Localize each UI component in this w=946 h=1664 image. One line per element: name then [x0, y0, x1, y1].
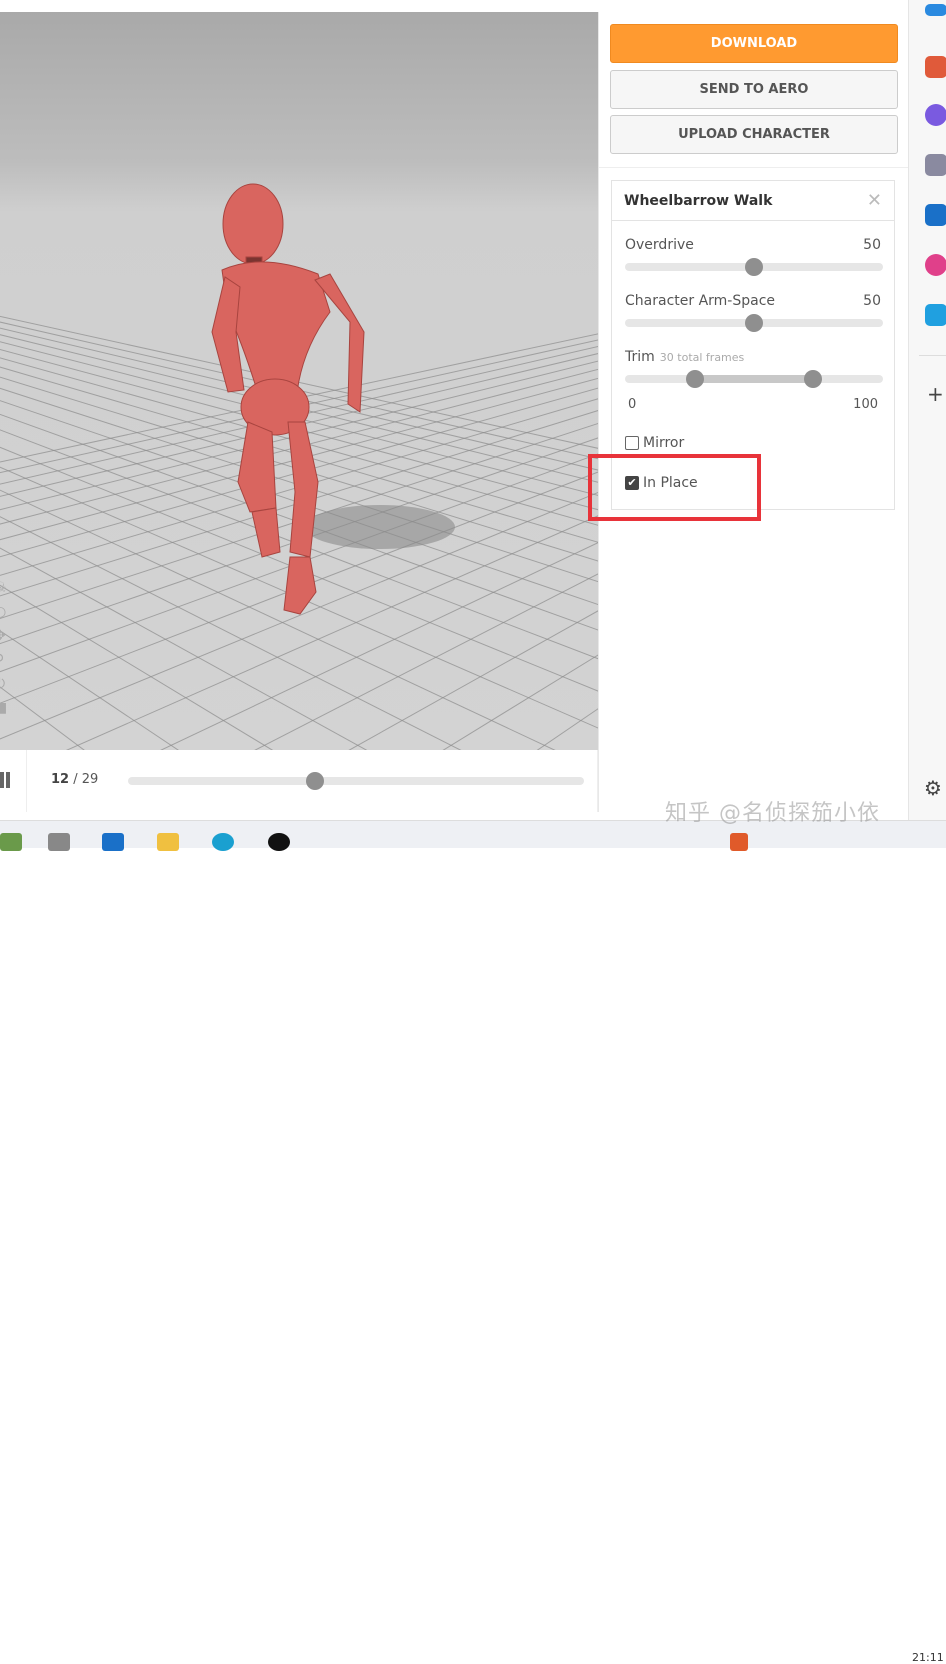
designer-icon[interactable] — [925, 254, 946, 276]
settings-icon[interactable]: ⚙ — [924, 776, 942, 800]
trim-end-handle[interactable] — [804, 370, 823, 388]
upload-character-button[interactable]: UPLOAD CHARACTER — [610, 115, 898, 154]
timeline-scrubber[interactable] — [128, 772, 584, 790]
outlook-icon[interactable] — [925, 204, 946, 226]
arm-space-slider[interactable] — [625, 314, 883, 332]
highlight-annotation — [588, 454, 761, 521]
skull-icon[interactable]: ☠ — [0, 580, 7, 596]
bilibili-icon[interactable] — [925, 304, 946, 326]
trim-max: 100 — [853, 397, 878, 412]
arm-space-value: 50 — [863, 293, 881, 309]
viewport-toolbar: ☠ ○ ✥ ⚲ ⏻ ■ — [0, 580, 7, 716]
divider — [599, 167, 909, 168]
download-button[interactable]: DOWNLOAD — [610, 24, 898, 63]
slider-handle[interactable] — [745, 314, 763, 332]
watermark: 知乎 @名侦探笳小依 — [665, 801, 880, 826]
divider — [26, 750, 27, 812]
edge-icon[interactable] — [212, 833, 234, 851]
side-panel: DOWNLOAD SEND TO AERO UPLOAD CHARACTER W… — [598, 12, 909, 812]
mirror-label: Mirror — [643, 435, 685, 451]
browser-sidebar: + ⚙ — [908, 0, 946, 820]
slider-handle[interactable] — [745, 258, 763, 276]
send-icon[interactable] — [925, 4, 946, 16]
app-icon[interactable] — [48, 833, 70, 851]
folder-icon[interactable] — [157, 833, 179, 851]
zoom-icon[interactable]: ⚲ — [0, 652, 7, 668]
3d-viewport[interactable]: ☠ ○ ✥ ⚲ ⏻ ■ — [0, 12, 598, 750]
card-header: Wheelbarrow Walk ✕ — [612, 181, 894, 221]
unreal-icon[interactable] — [268, 833, 290, 851]
pause-button[interactable] — [0, 772, 10, 788]
app-icon[interactable] — [0, 833, 22, 851]
trim-note: 30 total frames — [659, 351, 745, 364]
trim-range-labels: 0 100 — [625, 397, 881, 412]
character-model — [211, 183, 455, 615]
orbit-icon[interactable]: ○ — [0, 604, 7, 620]
store-icon[interactable] — [102, 833, 124, 851]
close-icon[interactable]: ✕ — [867, 190, 882, 211]
trim-min: 0 — [628, 397, 637, 412]
scrubber-handle[interactable] — [305, 772, 324, 790]
tray-icon[interactable] — [730, 833, 748, 851]
arm-space-label: Character Arm-Space — [625, 293, 776, 309]
frame-counter: 12 / 29 — [51, 772, 98, 787]
timeline-bar: 12 / 29 — [0, 750, 598, 812]
overdrive-row: Overdrive 50 — [625, 237, 881, 253]
trim-start-handle[interactable] — [685, 370, 704, 388]
checkbox-icon[interactable] — [625, 436, 639, 450]
toolbox-icon[interactable] — [925, 56, 946, 78]
trim-range — [694, 375, 814, 383]
frame-separator: / — [73, 772, 78, 787]
trim-row: Trim 30 total frames — [625, 349, 881, 365]
trim-label: Trim — [625, 349, 655, 365]
animation-title: Wheelbarrow Walk — [624, 192, 773, 209]
current-frame: 12 — [51, 772, 70, 787]
copilot-icon[interactable] — [925, 104, 946, 126]
total-frames: 29 — [81, 772, 99, 787]
overdrive-label: Overdrive — [625, 237, 694, 253]
trim-slider[interactable] — [625, 370, 883, 388]
reset-icon[interactable]: ⏻ — [0, 676, 7, 692]
overdrive-slider[interactable] — [625, 258, 883, 276]
divider — [919, 355, 946, 356]
add-icon[interactable]: + — [927, 382, 944, 406]
pan-icon[interactable]: ✥ — [0, 628, 7, 644]
games-icon[interactable] — [925, 154, 946, 176]
send-to-aero-button[interactable]: SEND TO AERO — [610, 70, 898, 109]
overdrive-value: 50 — [863, 237, 881, 253]
mirror-checkbox[interactable]: Mirror — [625, 435, 684, 451]
clock: 21:11 — [912, 1651, 944, 1664]
arm-space-row: Character Arm-Space 50 — [625, 293, 881, 309]
camera-icon[interactable]: ■ — [0, 700, 7, 716]
